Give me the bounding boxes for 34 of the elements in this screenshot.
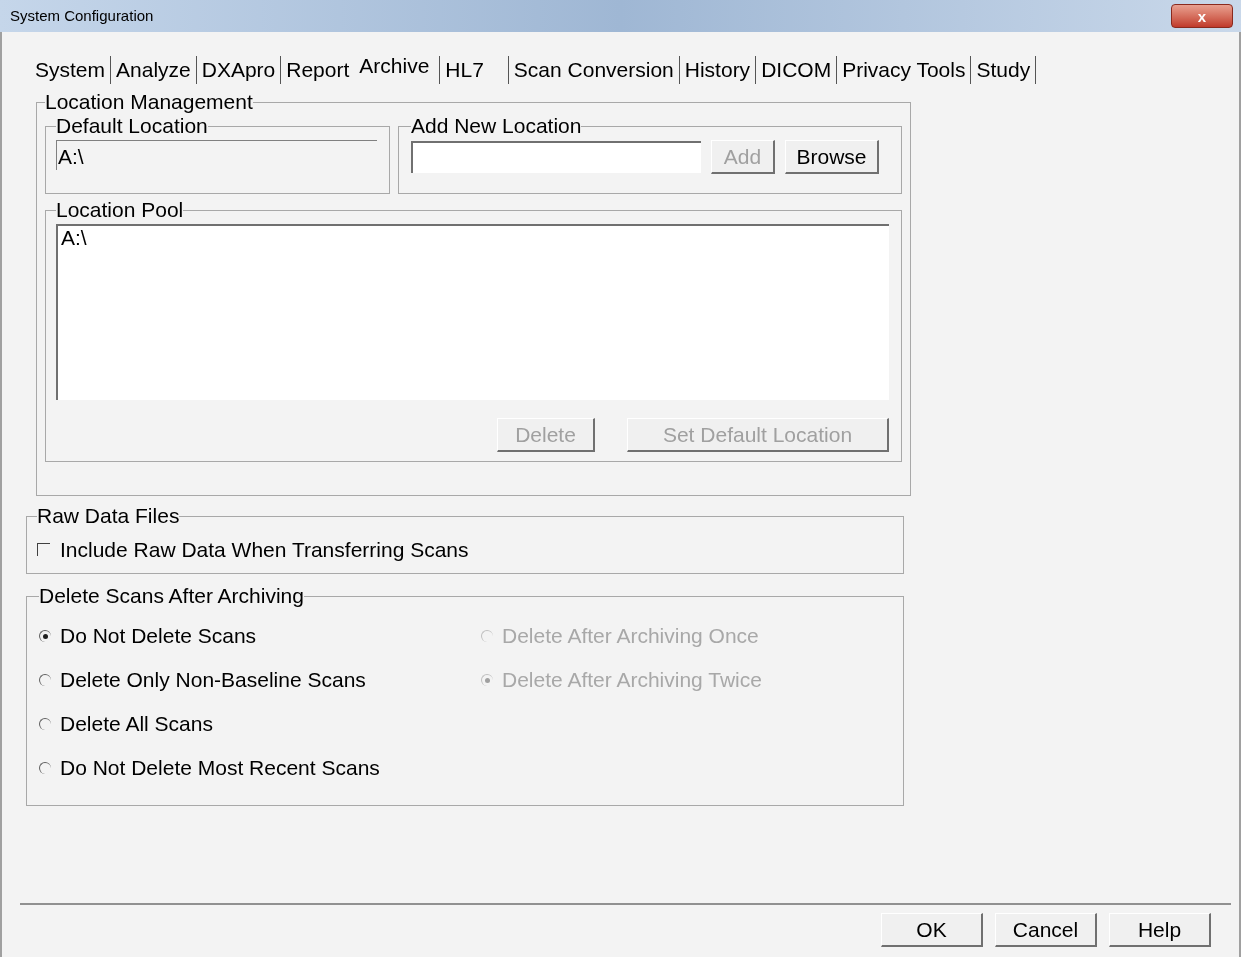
radio-label: Delete All Scans xyxy=(60,711,213,738)
tab[interactable]: Scan Conversion xyxy=(508,56,680,84)
group-title: Add New Location xyxy=(411,114,582,138)
group-title: Raw Data Files xyxy=(37,504,180,528)
radio-label: Delete Only Non-Baseline Scans xyxy=(60,667,366,694)
tab[interactable]: Report xyxy=(281,56,355,84)
tab[interactable]: Archive xyxy=(354,52,440,80)
group-title: Delete Scans After Archiving xyxy=(39,584,304,608)
button[interactable]: Browse xyxy=(785,140,879,174)
group-title: Location Pool xyxy=(56,198,184,222)
tab[interactable]: System xyxy=(30,56,111,84)
tab[interactable]: HL7 xyxy=(439,56,509,84)
group-title: Location Management xyxy=(45,90,253,114)
tab[interactable]: Analyze xyxy=(111,56,197,84)
checkbox[interactable] xyxy=(37,543,50,557)
tab[interactable]: History xyxy=(679,56,757,84)
window-title: System Configuration xyxy=(10,5,154,26)
radio-label: Do Not Delete Most Recent Scans xyxy=(60,755,380,782)
default-location-field: A:\ xyxy=(56,140,377,170)
tab[interactable]: DXApro xyxy=(196,56,282,84)
tab[interactable]: Study xyxy=(971,56,1037,84)
radio-label: Delete After Archiving Once xyxy=(502,623,759,650)
button[interactable]: Help xyxy=(1109,913,1211,947)
close-button[interactable]: x xyxy=(1171,4,1233,28)
tab[interactable]: Privacy Tools xyxy=(837,56,972,84)
checkbox-label: Include Raw Data When Transferring Scans xyxy=(60,537,469,563)
radio-label: Do Not Delete Scans xyxy=(60,623,257,650)
tab[interactable]: DICOM xyxy=(756,56,838,84)
radio-label: Delete After Archiving Twice xyxy=(502,667,762,694)
button[interactable]: OK xyxy=(881,913,983,947)
button[interactable]: Cancel xyxy=(995,913,1097,947)
group-title: Default Location xyxy=(56,114,208,138)
list-item[interactable]: A:\ xyxy=(61,226,886,250)
location-input[interactable] xyxy=(411,141,701,173)
